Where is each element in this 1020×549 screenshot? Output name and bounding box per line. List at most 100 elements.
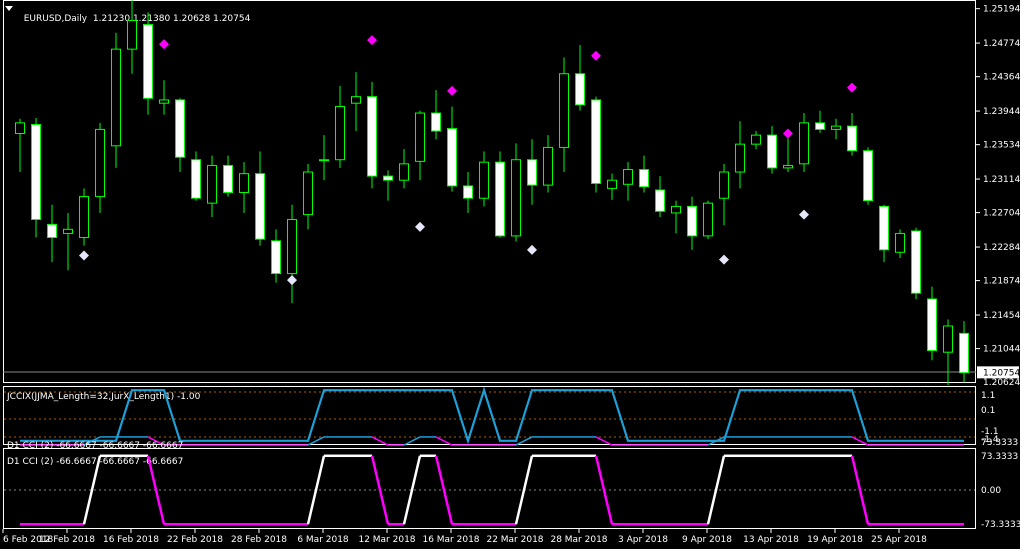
bear-candle-body — [223, 164, 233, 193]
price-chart[interactable]: 1.25194 1.24774 1.24364 1.23944 1.23534 1.231… — [0, 0, 1020, 549]
candle — [751, 131, 761, 150]
bear-candle-body — [367, 96, 377, 177]
bear-candle-body — [527, 159, 537, 186]
jccix-title: JCCIX(JJMA_Length=32,JurX_Length1) -1.00 — [6, 392, 201, 402]
candle — [959, 321, 969, 383]
candles — [15, 0, 969, 385]
bull-candle-body — [15, 122, 25, 135]
candle — [63, 212, 73, 271]
time-tick-label: 12 Mar 2018 — [358, 535, 415, 545]
bear-candle-body — [863, 150, 873, 202]
bull-candle-body — [239, 173, 249, 193]
candle — [735, 121, 745, 189]
candle — [111, 32, 121, 168]
candle — [655, 176, 665, 218]
price-tick-label: 1.21044 — [983, 345, 1020, 355]
candle — [351, 72, 361, 132]
candle — [511, 143, 521, 242]
candle — [479, 151, 489, 207]
bear-candle-body — [591, 99, 601, 184]
candle — [159, 80, 169, 115]
fractal-up-marker — [847, 82, 857, 93]
time-tick-label: 28 Feb 2018 — [231, 535, 287, 545]
bull-candle-body — [751, 134, 761, 145]
cci-axis-label: 73.3333 — [981, 452, 1018, 462]
time-tick-label: 9 Apr 2018 — [682, 535, 732, 545]
cci-overlay-segment — [371, 436, 389, 446]
bear-candle-body — [959, 332, 969, 374]
price-tick-label: 1.25194 — [983, 5, 1020, 15]
bull-candle-body — [79, 196, 89, 239]
candle — [927, 286, 937, 361]
candle — [127, 0, 137, 74]
time-tick-label: 22 Feb 2018 — [167, 535, 223, 545]
price-tick-label: 1.22284 — [983, 243, 1020, 253]
cci-overlay-segment — [515, 436, 533, 446]
candle — [799, 113, 809, 173]
candle — [639, 155, 649, 193]
candle — [527, 139, 537, 205]
bull-candle-body — [287, 219, 297, 275]
bull-candle-body — [415, 112, 425, 162]
candle — [607, 173, 617, 200]
time-tick-label: 16 Feb 2018 — [103, 535, 159, 545]
cci-axis: 73.3333 0.00 -73.3333 — [981, 452, 1020, 530]
candle — [287, 204, 297, 304]
price-tick-label: 1.23114 — [983, 175, 1020, 185]
candle — [671, 200, 681, 234]
bull-candle-body — [719, 171, 729, 199]
bear-candle-body — [447, 128, 457, 187]
candle — [895, 229, 905, 259]
bull-candle-body — [623, 169, 633, 185]
bull-candle-body — [943, 325, 953, 353]
candle — [447, 106, 457, 192]
bear-candle-body — [175, 99, 185, 158]
candle — [879, 204, 889, 263]
time-tick-label: 6 Mar 2018 — [297, 535, 349, 545]
bull-candle-body — [559, 73, 569, 148]
candle — [863, 147, 873, 205]
cci-axis-label: 0.00 — [981, 486, 1001, 496]
jccix-axis-label: 0.1 — [981, 406, 995, 416]
fractal-up-marker — [367, 35, 377, 46]
bull-candle-body — [479, 161, 489, 199]
candle — [815, 110, 825, 133]
bear-candle-body — [847, 125, 857, 152]
candle — [495, 151, 505, 238]
candle — [719, 163, 729, 226]
bear-candle-body — [639, 169, 649, 188]
candle — [15, 118, 25, 173]
bear-candle-body — [271, 240, 281, 275]
candle — [143, 12, 153, 115]
cci-overlay-segment — [595, 436, 613, 446]
price-tick-label: 1.24364 — [983, 73, 1020, 83]
bear-candle-body — [383, 175, 393, 181]
bottom-price-label: 1.20624 — [983, 378, 1020, 388]
price-tick-label: 1.21454 — [983, 311, 1020, 321]
candle — [383, 170, 393, 201]
price-tick-label: 1.23534 — [983, 141, 1020, 151]
bear-candle-body — [143, 24, 153, 99]
time-tick-label: 16 Mar 2018 — [422, 535, 479, 545]
fractal-down-marker — [415, 221, 425, 232]
cci-overlay-segment — [403, 436, 421, 446]
candle — [703, 200, 713, 240]
bear-candle-body — [495, 161, 505, 237]
price-tick-label: 1.24774 — [983, 39, 1020, 49]
candle — [79, 188, 89, 246]
fractal-up-marker — [159, 39, 169, 50]
cci-overlay-segment — [851, 436, 869, 446]
bear-candle-body — [767, 134, 777, 169]
bull-candle-body — [303, 171, 313, 216]
fractal-up-marker — [783, 128, 793, 139]
bull-candle-body — [159, 99, 169, 104]
bull-candle-body — [335, 105, 345, 161]
candle — [575, 45, 585, 111]
bear-candle-body — [927, 298, 937, 352]
bear-candle-body — [255, 173, 265, 240]
bull-candle-body — [671, 205, 681, 214]
bear-candle-body — [31, 123, 41, 221]
candle — [31, 117, 41, 238]
bull-candle-body — [319, 159, 329, 162]
jccix-overlay-title: D1 CCI (2) -66.6667 -66.6667 -66.6667 — [7, 441, 183, 451]
